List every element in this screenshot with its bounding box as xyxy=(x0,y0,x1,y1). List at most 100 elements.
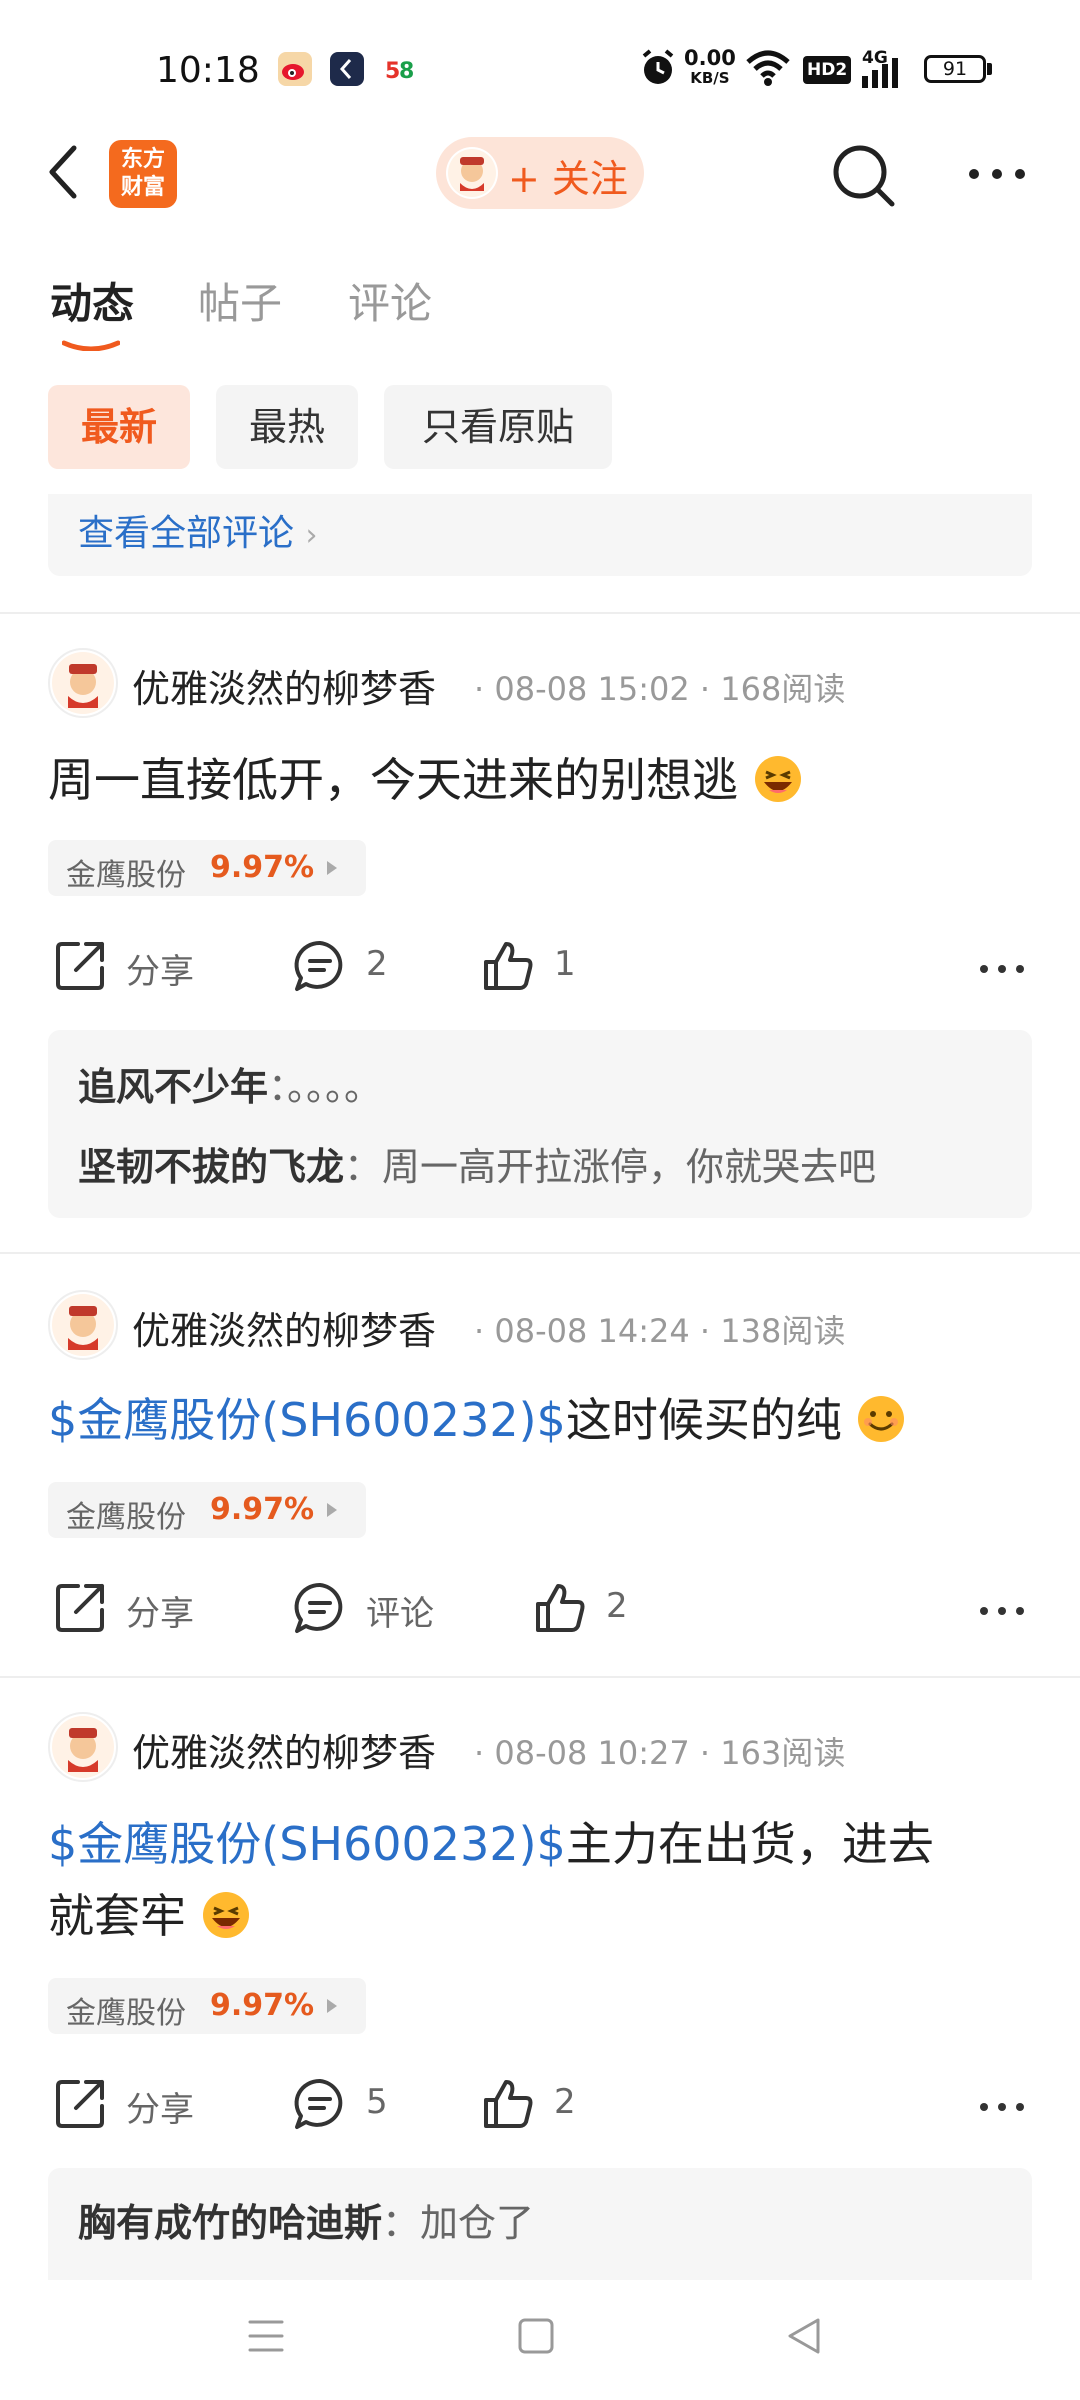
post-body[interactable]: 周一直接低开，今天进来的别想逃 xyxy=(48,744,803,816)
app-notification-icon xyxy=(330,52,364,86)
post-text: 这时候买的纯 xyxy=(565,1393,842,1447)
back-button[interactable] xyxy=(44,142,84,202)
stock-tag-name: 金鹰股份 xyxy=(66,1996,186,2031)
comment-author[interactable]: 胸有成竹的哈迪斯 xyxy=(78,2201,382,2245)
avatar xyxy=(446,147,498,199)
comment-text: 周一高开拉涨停，你就哭去吧 xyxy=(382,1145,877,1189)
comment-text: 加仓了 xyxy=(420,2201,535,2245)
follow-label[interactable]: + 关注 xyxy=(508,148,628,203)
comment-author[interactable]: 坚韧不拔的飞龙 xyxy=(78,1145,344,1189)
stock-link[interactable]: $金鹰股份(SH600232)$ xyxy=(48,1393,566,1447)
share-button[interactable] xyxy=(52,938,108,998)
stock-link[interactable]: $金鹰股份(SH600232)$ xyxy=(48,1817,566,1871)
stock-tag-change: 9.97% xyxy=(210,1988,315,2023)
like-count[interactable]: 2 xyxy=(554,2082,576,2122)
chevron-right-icon: › xyxy=(305,518,318,553)
post-meta: · 08-08 15:02 · 168阅读 xyxy=(474,670,846,708)
like-button[interactable] xyxy=(480,938,536,998)
comment-button[interactable] xyxy=(292,1580,348,1640)
tab-active-indicator xyxy=(61,336,121,352)
square-icon xyxy=(518,2318,554,2354)
stock-tag-change: 9.97% xyxy=(210,850,315,885)
post-more-button[interactable] xyxy=(978,960,1026,979)
comment-label[interactable]: 评论 xyxy=(366,1586,434,1635)
share-icon xyxy=(56,1584,104,1632)
battery-indicator: 91 xyxy=(924,55,986,83)
battery-tip xyxy=(987,63,992,75)
comment-icon xyxy=(294,940,343,991)
share-button[interactable] xyxy=(52,2076,108,2136)
filter-original-only[interactable]: 只看原贴 xyxy=(384,385,612,469)
like-button[interactable] xyxy=(480,2076,536,2136)
comment-text: 。。。。 xyxy=(287,1065,383,1109)
post-text: 周一直接低开，今天进来的别想逃 xyxy=(48,753,738,807)
comment-author[interactable]: 追风不少年 xyxy=(78,1065,268,1109)
home-button[interactable] xyxy=(516,2316,556,2360)
thumbs-up-icon xyxy=(484,2080,533,2128)
battery-level: 91 xyxy=(942,58,968,80)
logo-line-1: 东方 xyxy=(120,147,165,172)
post-more-button[interactable] xyxy=(978,1602,1026,1621)
play-arrow-icon xyxy=(326,860,338,880)
post-more-button[interactable] xyxy=(978,2098,1026,2117)
tab-comments[interactable]: 评论 xyxy=(348,270,432,331)
more-menu-button[interactable] xyxy=(966,166,1028,182)
avatar[interactable] xyxy=(48,648,118,718)
view-all-comments-label: 查看全部评论 xyxy=(78,513,295,554)
share-button[interactable] xyxy=(52,1580,108,1640)
hd-badge: HD2 xyxy=(803,56,852,84)
share-label[interactable]: 分享 xyxy=(126,1586,194,1635)
stock-tag-change: 9.97% xyxy=(210,1492,315,1527)
comment-button[interactable] xyxy=(292,938,348,998)
comment-item[interactable]: 坚韧不拔的飞龙：周一高开拉涨停，你就哭去吧 xyxy=(78,1136,876,1191)
comment-button[interactable] xyxy=(292,2076,348,2136)
avatar[interactable] xyxy=(48,1290,118,1360)
comment-count[interactable]: 5 xyxy=(366,2082,388,2122)
weibo-notification-icon xyxy=(278,52,312,86)
net-speed-value: 0.00 xyxy=(684,46,736,70)
post-meta: · 08-08 10:27 · 163阅读 xyxy=(474,1734,846,1772)
post-body[interactable]: $金鹰股份(SH600232)$主力在出货，进去 就套牢 xyxy=(48,1808,1038,1952)
share-label[interactable]: 分享 xyxy=(126,944,194,993)
stock-tag-name: 金鹰股份 xyxy=(66,858,186,893)
post-author[interactable]: 优雅淡然的柳梦香 xyxy=(132,658,436,713)
search-button[interactable] xyxy=(828,140,898,210)
post-body[interactable]: $金鹰股份(SH600232)$这时候买的纯 xyxy=(48,1384,906,1456)
app-58-notification-icon: 58 xyxy=(383,52,417,86)
smile-emoji-icon xyxy=(842,1393,907,1447)
laughing-emoji-icon xyxy=(738,753,803,807)
play-arrow-icon xyxy=(326,1502,338,1522)
like-count[interactable]: 2 xyxy=(606,1586,628,1626)
net-speed-unit: KB/S xyxy=(690,69,730,87)
divider xyxy=(0,1676,1080,1678)
share-icon xyxy=(56,2080,104,2128)
recent-apps-button[interactable] xyxy=(246,2316,286,2360)
stock-tag-name: 金鹰股份 xyxy=(66,1500,186,1535)
thumbs-up-icon xyxy=(484,942,533,990)
thumbs-up-icon xyxy=(536,1584,585,1632)
post-author[interactable]: 优雅淡然的柳梦香 xyxy=(132,1722,436,1777)
triangle-back-icon xyxy=(788,2318,820,2354)
comment-item[interactable]: 胸有成竹的哈迪斯：加仓了 xyxy=(78,2192,534,2247)
comment-count[interactable]: 2 xyxy=(366,944,388,984)
filter-latest[interactable]: 最新 xyxy=(48,385,190,469)
view-all-comments-link[interactable]: 查看全部评论 › xyxy=(78,504,317,556)
system-back-button[interactable] xyxy=(784,2316,824,2360)
avatar[interactable] xyxy=(48,1712,118,1782)
like-count[interactable]: 1 xyxy=(554,944,576,984)
comment-item[interactable]: 追风不少年：。。。。 xyxy=(78,1056,382,1111)
wifi-icon xyxy=(745,48,791,92)
share-label[interactable]: 分享 xyxy=(126,2082,194,2131)
like-button[interactable] xyxy=(532,1580,588,1640)
share-icon xyxy=(56,942,104,990)
tab-posts[interactable]: 帖子 xyxy=(198,270,282,331)
eastmoney-logo[interactable]: 东方 财富 xyxy=(109,140,177,208)
filter-hottest[interactable]: 最热 xyxy=(216,385,358,469)
logo-line-2: 财富 xyxy=(120,175,165,200)
tab-dynamics[interactable]: 动态 xyxy=(50,270,134,331)
status-time: 10:18 xyxy=(156,50,260,91)
post-author[interactable]: 优雅淡然的柳梦香 xyxy=(132,1300,436,1355)
svg-text:8: 8 xyxy=(399,59,414,84)
alarm-icon xyxy=(640,48,676,92)
signal-icon xyxy=(862,58,906,92)
